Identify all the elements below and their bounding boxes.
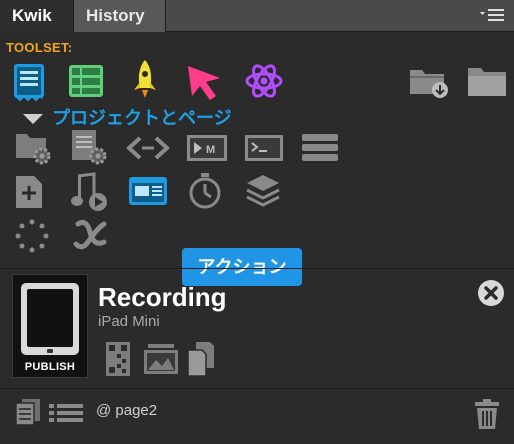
- layout-grid-icon[interactable]: [68, 64, 104, 98]
- publish-label: PUBLISH: [24, 361, 76, 373]
- section-label[interactable]: プロジェクトとページ: [52, 104, 232, 130]
- device-thumbnail-publish[interactable]: PUBLISH: [12, 274, 88, 378]
- layers-icon[interactable]: [244, 172, 282, 210]
- document-gear-icon[interactable]: [70, 128, 108, 168]
- list-icon[interactable]: [48, 402, 84, 424]
- footer-divider: [0, 388, 514, 389]
- folder-gear-icon[interactable]: [14, 130, 52, 166]
- add-document-icon[interactable]: [14, 174, 44, 210]
- trash-icon[interactable]: [474, 398, 500, 430]
- tab-kwik[interactable]: Kwik: [0, 0, 74, 32]
- browser-window-icon[interactable]: [128, 176, 168, 206]
- pages-icon[interactable]: [14, 398, 42, 426]
- qr-code-icon[interactable]: [104, 340, 132, 378]
- panel-tab-bar: Kwik History: [0, 0, 514, 32]
- code-arrows-icon[interactable]: [126, 134, 170, 162]
- actions-tooltip: アクション: [182, 248, 302, 286]
- project-title: Recording: [98, 282, 227, 312]
- audio-play-icon[interactable]: [70, 172, 110, 212]
- atom-icon[interactable]: [244, 62, 284, 100]
- stopwatch-icon[interactable]: [188, 172, 222, 210]
- section-divider: [0, 268, 514, 269]
- terminal-icon[interactable]: [244, 134, 284, 162]
- database-stack-icon[interactable]: [300, 132, 340, 164]
- tab-history[interactable]: History: [74, 0, 166, 32]
- loading-spinner-icon[interactable]: [14, 218, 50, 254]
- folder-icon[interactable]: [466, 64, 508, 98]
- current-page-label: @ page2: [96, 402, 158, 419]
- pointer-arrow-icon[interactable]: [184, 62, 224, 102]
- video-clip-icon[interactable]: M: [186, 134, 228, 162]
- project-device: iPad Mini: [98, 313, 160, 330]
- toolset-label: TOOLSET:: [6, 40, 73, 55]
- section-collapse-arrow-icon[interactable]: [22, 112, 44, 130]
- close-project-button[interactable]: [478, 280, 504, 306]
- project-document-icon[interactable]: [12, 62, 46, 102]
- folder-download-icon[interactable]: [408, 64, 452, 100]
- ipad-device-icon: [21, 283, 79, 355]
- image-gallery-icon[interactable]: [142, 342, 180, 376]
- rocket-icon[interactable]: [130, 58, 160, 100]
- copy-documents-icon[interactable]: [186, 340, 216, 378]
- panel-menu-icon[interactable]: [478, 6, 506, 26]
- svg-text:M: M: [206, 144, 215, 156]
- variable-x-icon[interactable]: [72, 214, 108, 254]
